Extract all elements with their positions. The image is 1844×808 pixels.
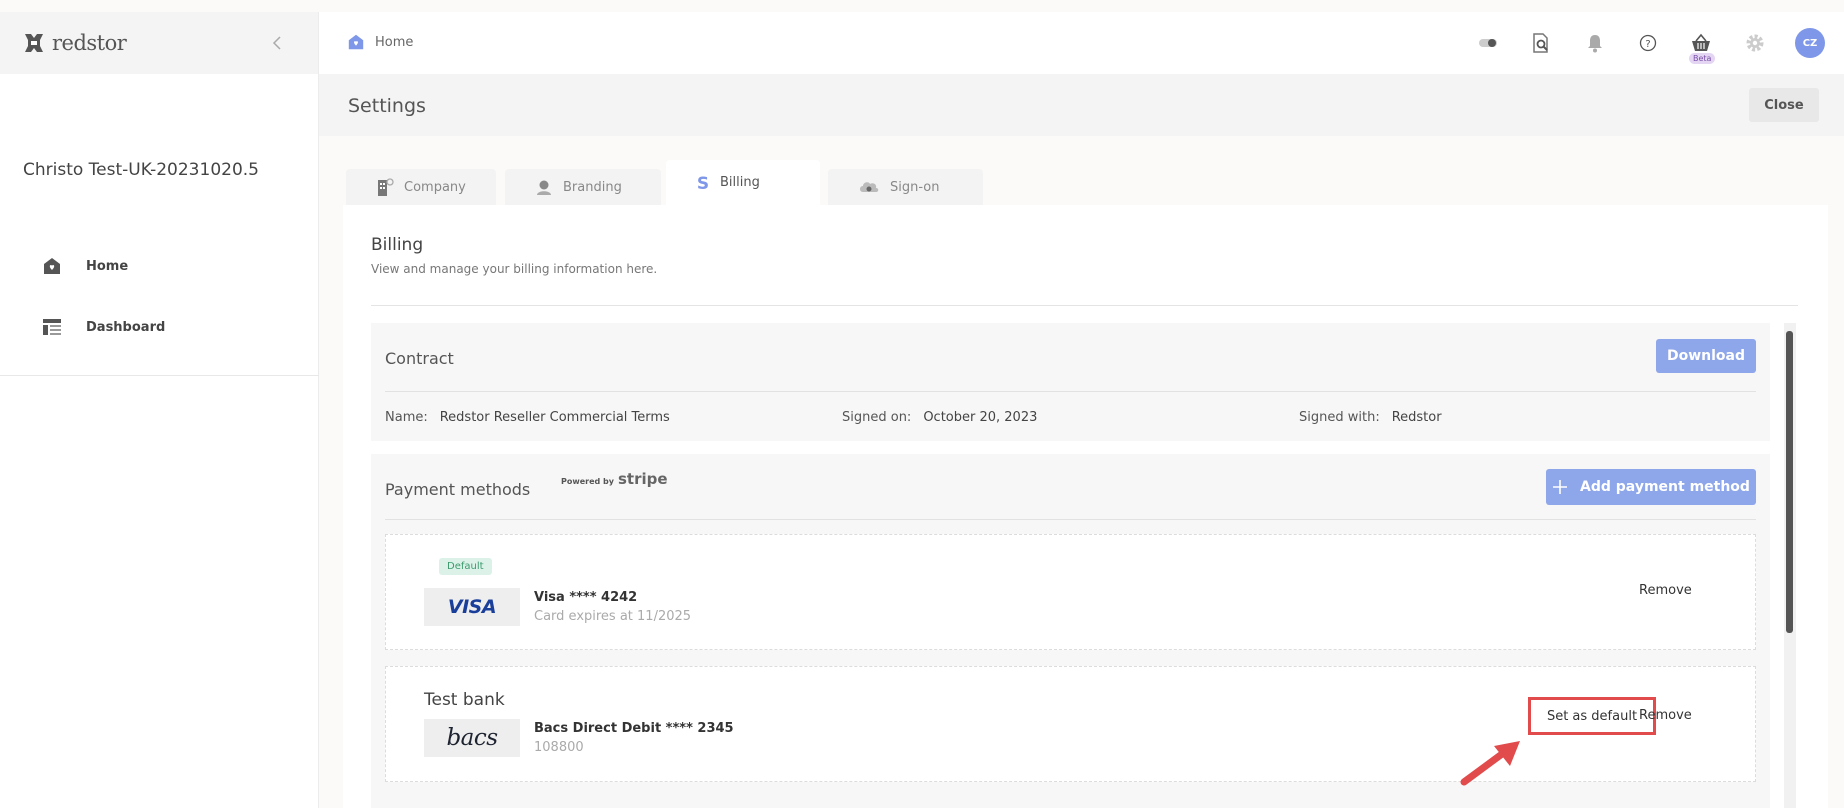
beta-badge: Beta [1689, 53, 1716, 64]
signed-on-label: Signed on: [842, 410, 912, 425]
contract-name-label: Name: [385, 410, 428, 425]
powered-by-label: Powered by [561, 477, 614, 486]
branding-icon [537, 180, 551, 195]
tab-label: Billing [720, 175, 760, 190]
signed-with-label: Signed with: [1299, 410, 1380, 425]
section-subtitle: View and manage your billing information… [371, 262, 658, 276]
divider [385, 391, 1756, 392]
contract-signed-on: Signed on: October 20, 2023 [842, 410, 1037, 425]
help-icon: ? [1639, 34, 1657, 52]
file-search-button[interactable] [1529, 31, 1553, 55]
chevron-left-icon [272, 36, 281, 50]
tab-billing[interactable]: S Billing [666, 160, 820, 205]
divider [371, 305, 1798, 306]
dashboard-icon [43, 319, 61, 335]
payment-method-bacs: Test bank bacs Bacs Direct Debit **** 23… [385, 666, 1756, 782]
gear-icon [1746, 34, 1764, 52]
method-detail: 108800 [534, 740, 584, 755]
default-badge: Default [439, 558, 492, 575]
sidebar-item-label: Home [86, 258, 129, 274]
download-button[interactable]: Download [1656, 339, 1756, 373]
toggle-icon [1479, 39, 1497, 47]
basket-button[interactable] [1689, 31, 1713, 55]
home-icon [44, 258, 60, 274]
svg-text:S: S [697, 174, 709, 193]
breadcrumb-label: Home [375, 34, 414, 50]
set-as-default-button[interactable]: Set as default [1528, 697, 1656, 735]
stripe-logo: stripe [618, 470, 668, 488]
method-name: Visa **** 4242 [534, 590, 638, 605]
settings-button[interactable] [1743, 31, 1767, 55]
bacs-logo-text: bacs [446, 725, 498, 751]
tab-label: Company [404, 179, 466, 195]
add-payment-method-label: Add payment method [1580, 479, 1750, 495]
breadcrumb[interactable]: Home [347, 33, 413, 51]
scrollbar-thumb[interactable] [1786, 331, 1793, 633]
toggle-button[interactable] [1476, 31, 1500, 55]
tab-sign-on[interactable]: Sign-on [828, 169, 983, 205]
tab-branding[interactable]: Branding [505, 169, 661, 205]
plus-icon [1553, 480, 1568, 494]
close-button[interactable]: Close [1749, 88, 1819, 122]
sidebar: redstor Christo Test-UK-20231020.5 Home … [0, 12, 319, 808]
section-title: Billing [371, 235, 424, 255]
billing-panel: Billing View and manage your billing inf… [343, 205, 1828, 808]
page-title: Settings [348, 95, 426, 117]
method-detail: Card expires at 11/2025 [534, 609, 692, 624]
scrollbar[interactable] [1784, 323, 1796, 808]
contract-name: Name: Redstor Reseller Commercial Terms [385, 410, 670, 425]
bacs-logo: bacs [424, 719, 520, 757]
dollar-icon: S [697, 174, 709, 193]
cloud-key-icon [860, 182, 879, 192]
tab-label: Sign-on [890, 179, 940, 195]
logo-text: redstor [52, 31, 127, 55]
signed-on-value: October 20, 2023 [923, 410, 1038, 425]
powered-by-stripe: Powered by stripe [561, 470, 668, 488]
divider [385, 519, 1756, 520]
sidebar-divider [0, 375, 319, 376]
avatar[interactable]: CZ [1795, 28, 1825, 58]
logo[interactable]: redstor [22, 31, 127, 55]
top-bar: Home ? Beta CZ [319, 12, 1844, 74]
redstor-logo-icon [25, 34, 43, 52]
settings-header: Settings Close [319, 74, 1844, 136]
file-search-icon [1533, 33, 1548, 53]
method-name: Bacs Direct Debit **** 2345 [534, 721, 734, 736]
basket-icon [1692, 33, 1710, 51]
add-payment-method-button[interactable]: Add payment method [1546, 469, 1756, 505]
bell-icon [1588, 35, 1602, 53]
contract-name-value: Redstor Reseller Commercial Terms [439, 410, 670, 425]
tab-label: Branding [563, 179, 622, 195]
contract-signed-with: Signed with: Redstor [1299, 410, 1442, 425]
remove-button[interactable]: Remove [1639, 583, 1692, 598]
notifications-button[interactable] [1583, 31, 1607, 55]
home-icon [348, 34, 364, 50]
help-button[interactable]: ? [1636, 31, 1660, 55]
payment-method-visa: Default VISA Visa **** 4242 Card expires… [385, 534, 1756, 650]
tab-company[interactable]: Company [346, 169, 496, 205]
payment-methods-title: Payment methods [385, 480, 531, 499]
sidebar-item-home[interactable]: Home [42, 256, 128, 276]
sidebar-header: redstor [0, 12, 318, 74]
tenant-name: Christo Test-UK-20231020.5 [23, 160, 259, 180]
sidebar-item-dashboard[interactable]: Dashboard [42, 318, 165, 336]
remove-button[interactable]: Remove [1639, 708, 1692, 723]
svg-text:?: ? [1645, 39, 1650, 50]
visa-logo: VISA [424, 588, 520, 626]
visa-logo-text: VISA [447, 596, 497, 618]
collapse-sidebar-button[interactable] [268, 34, 286, 52]
building-icon [378, 178, 394, 196]
annotation-arrow-icon [1460, 741, 1520, 786]
contract-card: Contract Download Name: Redstor Reseller … [371, 323, 1770, 441]
contract-title: Contract [385, 349, 454, 368]
sidebar-item-label: Dashboard [86, 319, 166, 335]
payment-methods-card: Payment methods Powered by stripe Add pa… [371, 454, 1770, 808]
signed-with-value: Redstor [1391, 410, 1442, 425]
bank-title: Test bank [424, 690, 505, 710]
